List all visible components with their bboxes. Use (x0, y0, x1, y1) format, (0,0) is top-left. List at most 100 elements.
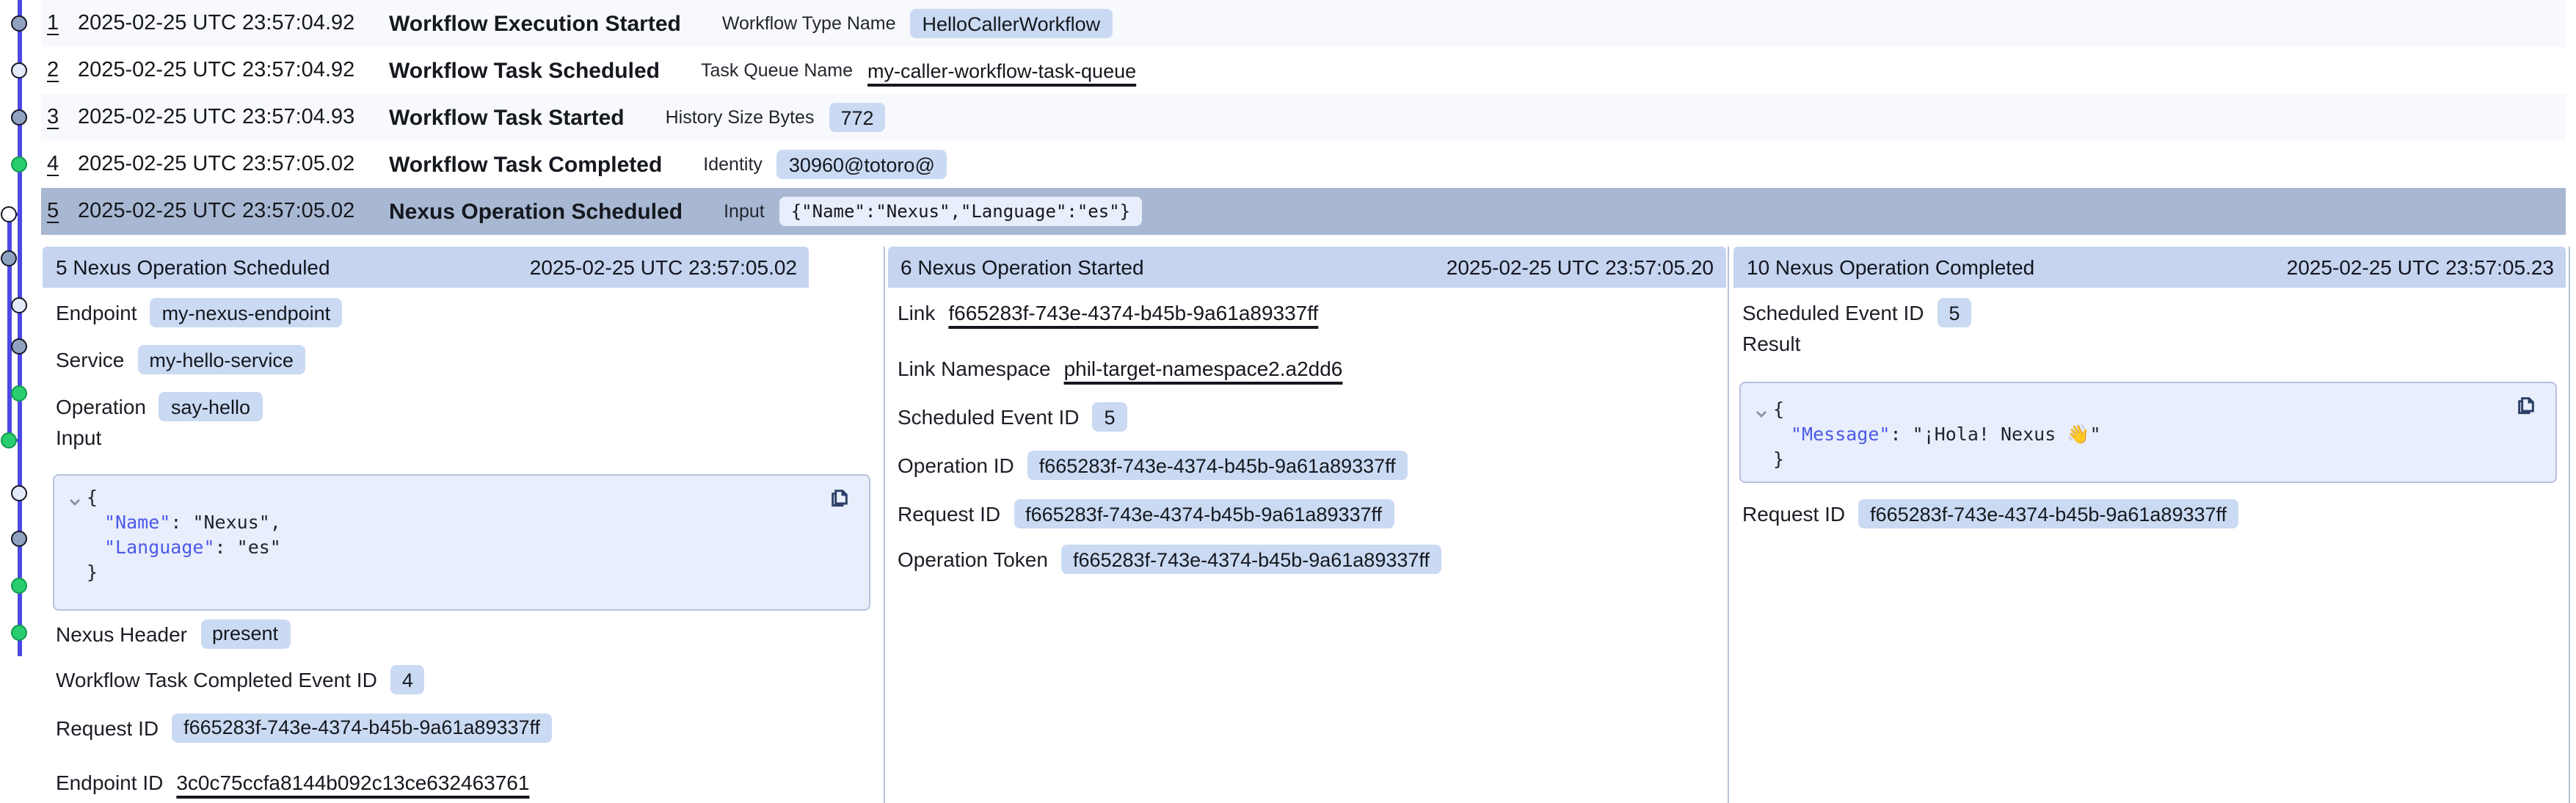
event-id-badge: 4 (390, 665, 425, 694)
request-id-badge: f665283f-743e-4374-b45b-9a61a89337ff (172, 713, 552, 742)
panel-timestamp: 2025-02-25 UTC 23:57:05.23 (2287, 255, 2554, 279)
panel-header: 10 Nexus Operation Completed 2025-02-25 … (1733, 246, 2566, 288)
field-scheduled-event-id: Scheduled Event ID 5 (898, 401, 1127, 433)
event-id-link[interactable]: 3 (47, 106, 78, 129)
nexus-header-badge: present (200, 619, 290, 648)
link-link[interactable]: f665283f-743e-4374-b45b-9a61a89337ff (948, 301, 1318, 324)
event-id-link[interactable]: 4 (47, 153, 78, 176)
endpoint-id-link[interactable]: 3c0c75ccfa8144b092c13ce632463761 (176, 771, 529, 794)
event-timestamp: 2025-02-25 UTC 23:57:04.92 (78, 12, 389, 35)
endpoint-badge: my-nexus-endpoint (150, 298, 343, 327)
event-attr-label: Task Queue Name (701, 60, 853, 81)
scheduled-event-id-badge: 5 (1938, 298, 1972, 327)
request-id-badge: f665283f-743e-4374-b45b-9a61a89337ff (1858, 499, 2238, 528)
timeline-dot-task2-completed (11, 578, 27, 594)
input-label: Input (56, 425, 101, 448)
field-nexus-header: Nexus Header present (56, 617, 290, 650)
result-json-viewer: { "Message": "¡Hola! Nexus 👋" } (1739, 382, 2557, 483)
event-row-3[interactable]: 3 2025-02-25 UTC 23:57:04.93 Workflow Ta… (41, 94, 2565, 141)
event-history-table: 1 2025-02-25 UTC 23:57:04.92 Workflow Ex… (41, 0, 2565, 235)
field-wf-task-completed-event-id: Workflow Task Completed Event ID 4 (56, 664, 425, 696)
field-endpoint-id: Endpoint ID 3c0c75ccfa8144b092c13ce63246… (56, 766, 529, 799)
panel-title: 10 Nexus Operation Completed (1747, 255, 2034, 279)
panel-header: 6 Nexus Operation Started 2025-02-25 UTC… (887, 246, 1725, 288)
event-timestamp: 2025-02-25 UTC 23:57:05.02 (78, 200, 389, 223)
panel-timestamp: 2025-02-25 UTC 23:57:05.20 (1447, 255, 1714, 279)
timeline-dot-event-4 (11, 156, 27, 172)
request-id-badge: f665283f-743e-4374-b45b-9a61a89337ff (1014, 499, 1394, 528)
field-operation-token: Operation Token f665283f-743e-4374-b45b-… (898, 543, 1441, 575)
timeline-dot-task-started (11, 338, 27, 355)
event-timestamp: 2025-02-25 UTC 23:57:04.93 (78, 106, 389, 129)
event-attr-value-badge: HelloCallerWorkflow (911, 9, 1113, 38)
timeline-dot-nexus-completed (1, 432, 17, 448)
event-timestamp: 2025-02-25 UTC 23:57:04.92 (78, 59, 389, 82)
field-operation-id: Operation ID f665283f-743e-4374-b45b-9a6… (898, 449, 1408, 482)
field-request-id: Request ID f665283f-743e-4374-b45b-9a61a… (1742, 498, 2238, 530)
operation-token-badge: f665283f-743e-4374-b45b-9a61a89337ff (1061, 545, 1441, 574)
event-title: Workflow Task Started (389, 105, 625, 130)
event-row-4[interactable]: 4 2025-02-25 UTC 23:57:05.02 Workflow Ta… (41, 141, 2565, 188)
event-title: Nexus Operation Scheduled (389, 199, 683, 224)
event-row-5-selected[interactable]: 5 2025-02-25 UTC 23:57:05.02 Nexus Opera… (41, 188, 2565, 235)
event-group-detail-panels: 5 Nexus Operation Scheduled 2025-02-25 U… (43, 246, 2569, 803)
event-timeline-rail (0, 0, 41, 803)
timeline-dot-nexus-scheduled (1, 206, 17, 222)
timeline-main-line (17, 0, 21, 656)
event-title: Workflow Task Completed (389, 152, 662, 177)
operation-badge: say-hello (159, 392, 262, 421)
panel-nexus-operation-completed: 10 Nexus Operation Completed 2025-02-25 … (1729, 246, 2569, 803)
event-attr-value-badge: 772 (829, 103, 885, 132)
result-label: Result (1742, 331, 1800, 355)
event-row-1[interactable]: 1 2025-02-25 UTC 23:57:04.92 Workflow Ex… (41, 0, 2565, 47)
panel-header: 5 Nexus Operation Scheduled 2025-02-25 U… (43, 246, 809, 288)
panel-title: 5 Nexus Operation Scheduled (56, 255, 330, 279)
event-input-json-badge: {"Name":"Nexus","Language":"es"} (779, 197, 1142, 226)
timeline-dot-task-scheduled (11, 297, 27, 313)
field-service: Service my-hello-service (56, 344, 305, 376)
timeline-dot-task2-started (11, 531, 27, 547)
event-timestamp: 2025-02-25 UTC 23:57:05.02 (78, 153, 389, 176)
timeline-dot-event-2 (11, 62, 27, 79)
event-attr-label: Identity (703, 154, 763, 175)
timeline-dot-nexus-started (1, 250, 17, 266)
field-link: Link f665283f-743e-4374-b45b-9a61a89337f… (898, 297, 1318, 329)
field-request-id: Request ID f665283f-743e-4374-b45b-9a61a… (56, 711, 552, 744)
event-row-2[interactable]: 2 2025-02-25 UTC 23:57:04.92 Workflow Ta… (41, 47, 2565, 94)
event-attr-label: Workflow Type Name (722, 13, 896, 34)
field-request-id: Request ID f665283f-743e-4374-b45b-9a61a… (898, 498, 1394, 530)
timeline-dot-event-3 (11, 109, 27, 126)
event-attr-label: Input (724, 201, 765, 222)
timeline-dot-event-1 (11, 15, 27, 32)
copy-icon[interactable] (2514, 393, 2538, 417)
field-operation: Operation say-hello (56, 390, 262, 423)
event-title: Workflow Task Scheduled (389, 58, 660, 83)
event-id-link[interactable]: 2 (47, 59, 78, 82)
event-title: Workflow Execution Started (389, 11, 681, 36)
timeline-nexus-branch-line (7, 214, 11, 440)
field-scheduled-event-id: Scheduled Event ID 5 (1742, 297, 1972, 329)
task-queue-link[interactable]: my-caller-workflow-task-queue (867, 59, 1136, 81)
event-attr-label: History Size Bytes (666, 107, 815, 128)
field-endpoint: Endpoint my-nexus-endpoint (56, 297, 342, 329)
event-id-link[interactable]: 1 (47, 12, 78, 35)
link-namespace-link[interactable]: phil-target-namespace2.a2dd6 (1064, 356, 1343, 379)
panel-title: 6 Nexus Operation Started (900, 255, 1144, 279)
timeline-dot-execution-completed (11, 625, 27, 641)
copy-icon[interactable] (828, 486, 851, 509)
panel-nexus-operation-started: 6 Nexus Operation Started 2025-02-25 UTC… (884, 246, 1729, 803)
input-json-viewer: { "Name": "Nexus", "Language": "es" } (53, 474, 870, 611)
field-link-namespace: Link Namespace phil-target-namespace2.a2… (898, 352, 1342, 384)
event-attr-value-badge: 30960@totoro@ (777, 150, 947, 179)
collapse-chevron-icon[interactable] (1754, 402, 1769, 429)
timeline-dot-task2-scheduled (11, 485, 27, 501)
collapse-chevron-icon[interactable] (68, 490, 82, 517)
panel-nexus-operation-scheduled: 5 Nexus Operation Scheduled 2025-02-25 U… (43, 246, 884, 803)
timeline-dot-task-completed (11, 385, 27, 402)
panel-timestamp: 2025-02-25 UTC 23:57:05.02 (530, 255, 797, 279)
service-badge: my-hello-service (137, 345, 305, 374)
operation-id-badge: f665283f-743e-4374-b45b-9a61a89337ff (1027, 451, 1408, 480)
scheduled-event-id-badge: 5 (1093, 402, 1127, 432)
event-id-link[interactable]: 5 (47, 200, 78, 223)
workflow-history-view: 1 2025-02-25 UTC 23:57:04.92 Workflow Ex… (0, 0, 2576, 803)
